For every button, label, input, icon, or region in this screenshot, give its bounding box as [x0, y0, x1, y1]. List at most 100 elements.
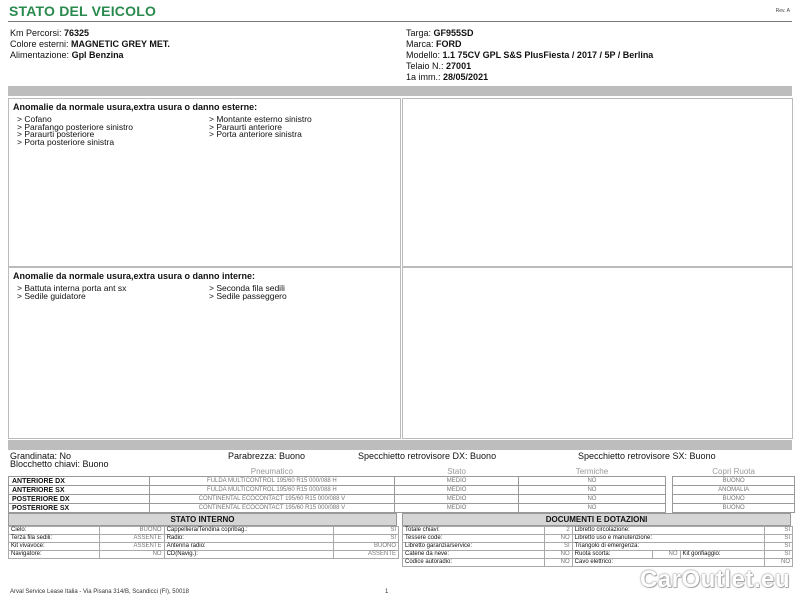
- interno-value: NO: [98, 550, 165, 559]
- tyre-model: CONTINENTAL ECOCONTACT 195/60 R15 000/08…: [148, 503, 396, 513]
- info-field-value: Gpl Benzina: [71, 50, 124, 60]
- documenti-value: NO: [544, 534, 573, 543]
- tyre-copri-ruota: ANOMALIA: [672, 485, 795, 495]
- info-field-label: Alimentazione:: [10, 50, 70, 60]
- info-field: Telaio N.: 27001: [406, 61, 471, 71]
- tyre-header-termiche: Termiche: [575, 467, 609, 476]
- damage-item: > Sedile passeggero: [209, 290, 287, 301]
- documenti-row: Tessere code: NO Libretto uso e manutenzio…: [401, 534, 793, 543]
- documenti-label: Totale chiavi:: [401, 526, 546, 535]
- documenti-label: Codice autoradio:: [401, 558, 546, 567]
- documenti-value: SI: [764, 542, 793, 551]
- info-field-label: Targa:: [406, 28, 432, 38]
- internal-damage-box: Anomalie da normale usura,extra usura o …: [8, 267, 401, 439]
- info-field: Alimentazione: Gpl Benzina: [10, 50, 124, 60]
- tyre-termiche: NO: [517, 485, 666, 495]
- info-field-label: Telaio N.:: [406, 61, 444, 71]
- documenti-title: DOCUMENTI E DOTAZIONI: [402, 513, 791, 526]
- info-field-label: 1a imm.:: [406, 72, 441, 82]
- interno-row: Cielo: BUONO Cappelliera/Tendina copribag.…: [8, 526, 400, 535]
- documenti-value: NO: [651, 550, 681, 559]
- documenti-value: SI: [544, 542, 573, 551]
- interno-value: SI: [332, 526, 400, 535]
- internal-damage-title: Anomalie da normale usura,extra usura o …: [13, 271, 256, 281]
- tyre-position: ANTERIORE DX: [8, 476, 150, 486]
- interno-row: Terza fila sedili: ASSENTE Radio: SI: [8, 534, 400, 543]
- documenti-label: Kit gonfiaggio:: [679, 550, 766, 559]
- external-damage-box: Anomalie da normale usura,extra usura o …: [8, 98, 401, 267]
- documenti-row: Libretto garanzia/service: SI Triangolo di…: [401, 542, 793, 551]
- tyre-row: POSTERIORE SX CONTINENTAL ECOCONTACT 195/…: [8, 503, 795, 513]
- tyre-stato: MEDIO: [394, 476, 519, 486]
- documenti-table: Totale chiavi: 2 Libretto circolazione: SI T…: [401, 526, 793, 567]
- info-field-value: 27001: [446, 61, 472, 71]
- tyres-table: Pneumatico Stato Termiche Copri Ruota AN…: [8, 467, 795, 513]
- tyre-model: CONTINENTAL ECOCONTACT 195/60 R15 000/08…: [148, 494, 396, 504]
- info-field: Marca: FORD: [406, 39, 462, 49]
- documenti-value: NO: [544, 550, 573, 559]
- interno-label: Cielo:: [8, 526, 100, 535]
- documenti-label: Triangolo di emergenza:: [571, 542, 766, 551]
- info-field: Km Percorsi: 76325: [10, 28, 89, 38]
- documenti-label: Tessere code:: [401, 534, 546, 543]
- tyre-position: POSTERIORE DX: [8, 494, 150, 504]
- documenti-label: Libretto garanzia/service:: [401, 542, 546, 551]
- interno-label: Kit vivavoce:: [8, 542, 100, 551]
- stato-interno-section: STATO INTERNO Cielo: BUONO Cappelliera/Ten…: [8, 513, 400, 559]
- tyre-copri-ruota: BUONO: [672, 476, 795, 486]
- damage-item: > Porta posteriore sinistra: [17, 136, 115, 147]
- tyre-stato: MEDIO: [394, 485, 519, 495]
- documenti-row: Catene da neve: NO Ruota scorta: NO Kit gonf…: [401, 550, 793, 559]
- tyre-termiche: NO: [517, 494, 666, 504]
- documenti-label: Catene da neve:: [401, 550, 546, 559]
- info-field-label: Km Percorsi:: [10, 28, 62, 38]
- internal-damage-list-2: > Seconda fila sedili > Sedile passeggero: [209, 284, 287, 301]
- tyre-header-copri-ruota: Copri Ruota: [712, 467, 755, 476]
- tyre-termiche: NO: [517, 503, 666, 513]
- tyre-termiche: NO: [517, 476, 666, 486]
- info-field: Modello: 1.1 75CV GPL S&S PlusFiesta / 2…: [406, 50, 653, 60]
- documenti-row: Totale chiavi: 2 Libretto circolazione: SI: [401, 526, 793, 535]
- info-field-label: Modello:: [406, 50, 441, 60]
- documenti-value: SI: [764, 534, 793, 543]
- interno-value: SI: [332, 534, 400, 543]
- tyre-row: POSTERIORE DX CONTINENTAL ECOCONTACT 195/…: [8, 494, 795, 504]
- external-damage-photo-area: [402, 98, 793, 267]
- tyre-stato: MEDIO: [394, 503, 519, 513]
- interno-label: Navigatore:: [8, 550, 100, 559]
- section-band-mid: [8, 440, 792, 450]
- interno-value: ASSENTE: [332, 550, 400, 559]
- interno-row: Kit vivavoce: ASSENTE Antenna radio: BUONO: [8, 542, 400, 551]
- info-field-value: 1.1 75CV GPL S&S PlusFiesta / 2017 / 5P …: [442, 50, 654, 60]
- tyre-stato: MEDIO: [394, 494, 519, 504]
- parabrezza-status: Parabrezza: Buono: [228, 451, 306, 461]
- info-field: Colore esterni: MAGNETIC GREY MET.: [10, 39, 170, 49]
- damage-item: > Porta anteriore sinistra: [209, 129, 302, 139]
- interno-label: Cappelliera/Tendina copribag.:: [163, 526, 334, 535]
- info-field-value: 28/05/2021: [443, 72, 489, 82]
- section-band-top: [8, 86, 792, 96]
- interno-label: Terza fila sedili:: [8, 534, 100, 543]
- tyre-copri-ruota: BUONO: [672, 494, 795, 504]
- interno-value: ASSENTE: [98, 534, 165, 543]
- interno-value: BUONO: [332, 542, 400, 551]
- internal-damage-list-1: > Battuta interna porta ant sx > Sedile g…: [17, 284, 126, 301]
- caroutlet-watermark: CarOutlet.eu: [639, 566, 790, 593]
- tyre-row: ANTERIORE DX FULDA MULTICONTROL 195/60 R1…: [8, 476, 795, 486]
- external-damage-list-2: > Montante esterno sinistro > Paraurti an…: [209, 115, 312, 139]
- documenti-label: Libretto uso e manutenzione:: [571, 534, 766, 543]
- title-divider: [8, 21, 792, 22]
- documenti-section: DOCUMENTI E DOTAZIONI Totale chiavi: 2 Lib…: [401, 513, 793, 567]
- documenti-label: Ruota scorta:: [571, 550, 653, 559]
- stato-interno-table: Cielo: BUONO Cappelliera/Tendina copribag.…: [8, 526, 400, 559]
- info-field: Targa: GF955SD: [406, 28, 474, 38]
- documenti-value: SI: [764, 550, 793, 559]
- tyre-header-stato: Stato: [447, 467, 466, 476]
- interno-label: CD(Navig.):: [163, 550, 334, 559]
- interno-value: ASSENTE: [98, 542, 165, 551]
- footer-company: Arval Service Lease Italia - Via Pisana …: [10, 589, 189, 595]
- info-field-value: GF955SD: [433, 28, 474, 38]
- damage-item: > Sedile guidatore: [17, 290, 86, 301]
- stato-interno-title: STATO INTERNO: [8, 513, 397, 526]
- internal-damage-photo-area: [402, 267, 793, 439]
